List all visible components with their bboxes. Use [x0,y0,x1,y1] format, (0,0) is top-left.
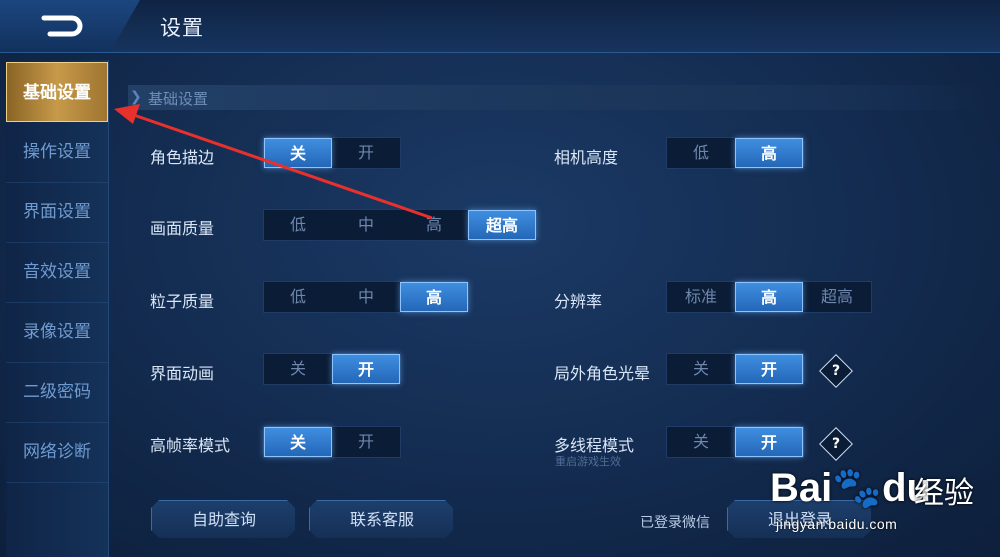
sidebar-item-ui-settings[interactable]: 界面设置 [6,182,108,243]
resolution-label: 分辨率 [554,292,603,311]
graphics-option-medium[interactable]: 中 [332,210,400,240]
camera-height-option-low[interactable]: 低 [667,138,735,168]
resolution-option-high[interactable]: 高 [735,282,803,312]
particle-option-high[interactable]: 高 [400,282,468,312]
back-button[interactable] [0,0,140,52]
high-fps-option-off[interactable]: 关 [264,427,332,457]
graphics-option-high[interactable]: 高 [400,210,468,240]
ui-animation-toggle: 关 开 [263,353,401,385]
sidebar-item-control-settings[interactable]: 操作设置 [6,122,108,183]
camera-height-toggle: 低 高 [666,137,804,169]
sidebar-item-basic-settings[interactable]: 基础设置 [6,62,108,122]
page-title: 设置 [160,16,204,40]
contact-service-button[interactable]: 联系客服 [309,500,453,538]
high-fps-option-on[interactable]: 开 [332,427,400,457]
watermark-url: jingyan.baidu.com [776,516,898,532]
top-bar: 设置 [0,0,1000,53]
resolution-option-standard[interactable]: 标准 [667,282,735,312]
graphics-option-low[interactable]: 低 [264,210,332,240]
baidu-watermark: Bai🐾du 经验 jingyan.baidu.com [764,450,1000,557]
outline-toggle: 关 开 [263,137,401,169]
camera-height-option-high[interactable]: 高 [735,138,803,168]
outline-option-off[interactable]: 关 [264,138,332,168]
particle-quality-selector: 低 中 高 [263,281,469,313]
outer-halo-option-off[interactable]: 关 [667,354,735,384]
high-fps-label: 高帧率模式 [150,436,231,455]
multithread-option-off[interactable]: 关 [667,427,735,457]
graphics-quality-selector: 低 中 高 超高 [263,209,537,241]
outline-label: 角色描边 [150,148,215,167]
sidebar: 基础设置 操作设置 界面设置 音效设置 录像设置 二级密码 网络诊断 [6,60,109,557]
watermark-cn: 经验 [914,476,974,511]
sidebar-item-network-diagnosis[interactable]: 网络诊断 [6,422,108,483]
chevron-right-icon: ❯ [130,89,142,105]
particle-option-low[interactable]: 低 [264,282,332,312]
login-status-text: 已登录微信 [640,515,710,531]
paw-icon: 🐾 [832,466,883,510]
settings-screen: 设置 基础设置 操作设置 界面设置 音效设置 录像设置 二级密码 网络诊断 ❯ … [0,0,1000,557]
ui-animation-option-on[interactable]: 开 [332,354,400,384]
section-header: ❯ 基础设置 [128,85,990,110]
resolution-selector: 标准 高 超高 [666,281,872,313]
multithread-note: 重启游戏生效 [555,455,621,468]
high-fps-toggle: 关 开 [263,426,401,458]
particle-quality-label: 粒子质量 [150,292,215,311]
ui-animation-option-off[interactable]: 关 [264,354,332,384]
self-query-button[interactable]: 自助查询 [151,500,295,538]
outer-halo-toggle: 关 开 [666,353,804,385]
sidebar-item-sound-settings[interactable]: 音效设置 [6,242,108,303]
ui-animation-label: 界面动画 [150,364,215,383]
outer-halo-help-icon[interactable]: ? [819,354,853,388]
back-arrow-icon [41,15,83,37]
sidebar-item-secondary-password[interactable]: 二级密码 [6,362,108,423]
watermark-brand: Bai🐾du [770,466,931,510]
outer-halo-label: 局外角色光晕 [554,364,651,383]
camera-height-label: 相机高度 [554,148,619,167]
outline-option-on[interactable]: 开 [332,138,400,168]
graphics-quality-label: 画面质量 [150,219,215,238]
section-title: 基础设置 [148,90,209,108]
question-mark-icon: ? [831,363,841,379]
graphics-option-ultra[interactable]: 超高 [468,210,536,240]
sidebar-item-replay-settings[interactable]: 录像设置 [6,302,108,363]
outer-halo-option-on[interactable]: 开 [735,354,803,384]
particle-option-medium[interactable]: 中 [332,282,400,312]
resolution-option-ultra[interactable]: 超高 [803,282,871,312]
